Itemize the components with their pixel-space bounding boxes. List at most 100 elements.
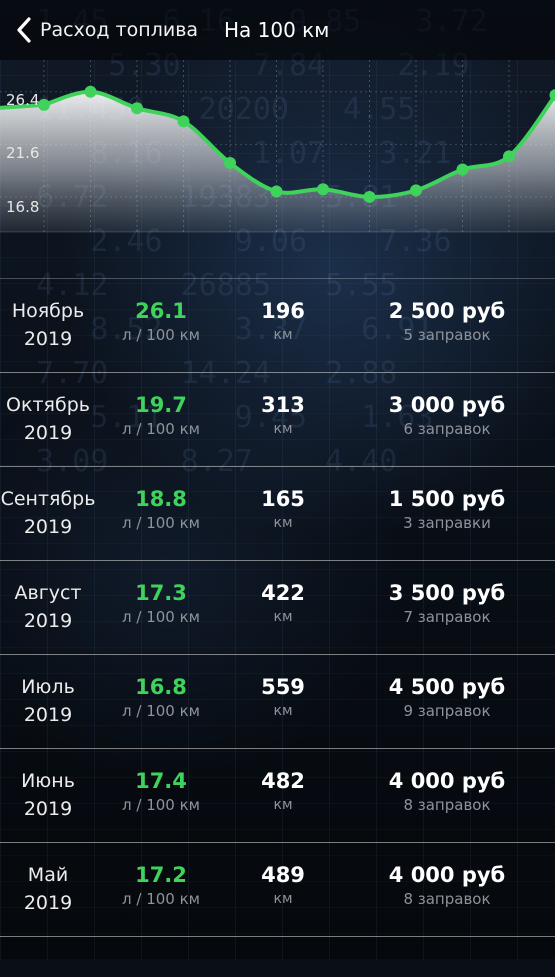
distance-value: 559	[233, 673, 333, 701]
month-year: 2019	[0, 607, 96, 635]
consumption-unit: л / 100 км	[111, 889, 211, 909]
list-item[interactable]: Октябрь 2019 19.7 л / 100 км 313 км 3 00…	[0, 373, 555, 467]
consumption-cell: 17.2 л / 100 км	[111, 861, 211, 909]
month-cell: Май 2019	[0, 861, 96, 917]
consumption-cell: 18.8 л / 100 км	[111, 485, 211, 533]
back-button[interactable]: Расход топлива	[0, 0, 198, 60]
month-year: 2019	[0, 795, 96, 823]
data-point[interactable]	[317, 183, 329, 195]
month-cell: Июнь 2019	[0, 767, 96, 823]
cost-cell: 1 500 руб 3 заправки	[360, 485, 534, 533]
cost-cell: 3 500 руб 7 заправок	[360, 579, 534, 627]
cost-value: 4 000 руб	[360, 861, 534, 889]
month-name: Сентябрь	[0, 485, 96, 513]
distance-value: 489	[233, 861, 333, 889]
consumption-value: 19.7	[111, 391, 211, 419]
cost-value: 4 500 руб	[360, 673, 534, 701]
consumption-value: 16.8	[111, 673, 211, 701]
distance-unit: км	[233, 701, 333, 721]
refuel-count: 5 заправок	[360, 325, 534, 345]
distance-value: 313	[233, 391, 333, 419]
month-cell: Июль 2019	[0, 673, 96, 729]
data-point[interactable]	[364, 191, 376, 203]
data-point[interactable]	[85, 86, 97, 98]
refuel-count: 9 заправок	[360, 701, 534, 721]
distance-unit: км	[233, 889, 333, 909]
month-year: 2019	[0, 701, 96, 729]
distance-unit: км	[233, 419, 333, 439]
distance-cell: 422 км	[233, 579, 333, 627]
cost-cell: 4 500 руб 9 заправок	[360, 673, 534, 721]
consumption-value: 17.4	[111, 767, 211, 795]
month-cell: Август 2019	[0, 579, 96, 635]
chart-svg	[0, 60, 555, 278]
consumption-cell: 17.3 л / 100 км	[111, 579, 211, 627]
list-item[interactable]: Август 2019 17.3 л / 100 км 422 км 3 500…	[0, 561, 555, 655]
refuel-count: 3 заправки	[360, 513, 534, 533]
cost-value: 4 000 руб	[360, 767, 534, 795]
distance-cell: 196 км	[233, 297, 333, 345]
chevron-left-icon	[14, 15, 36, 45]
month-name: Май	[0, 861, 96, 889]
partial-row-placeholder	[0, 957, 555, 977]
refuel-count: 6 заправок	[360, 419, 534, 439]
list-item[interactable]: Ноябрь 2019 26.1 л / 100 км 196 км 2 500…	[0, 279, 555, 373]
cost-cell: 2 500 руб 5 заправок	[360, 297, 534, 345]
data-point[interactable]	[503, 150, 515, 162]
cost-cell: 4 000 руб 8 заправок	[360, 767, 534, 815]
distance-value: 482	[233, 767, 333, 795]
back-label: Расход топлива	[40, 19, 198, 41]
list-item[interactable]: Июль 2019 16.8 л / 100 км 559 км 4 500 р…	[0, 655, 555, 749]
distance-cell: 313 км	[233, 391, 333, 439]
month-cell: Октябрь 2019	[0, 391, 96, 447]
data-point[interactable]	[224, 157, 236, 169]
consumption-cell: 17.4 л / 100 км	[111, 767, 211, 815]
cost-value: 3 500 руб	[360, 579, 534, 607]
distance-value: 165	[233, 485, 333, 513]
consumption-unit: л / 100 км	[111, 795, 211, 815]
data-point[interactable]	[178, 115, 190, 127]
distance-cell: 559 км	[233, 673, 333, 721]
distance-cell: 482 км	[233, 767, 333, 815]
distance-unit: км	[233, 607, 333, 627]
consumption-value: 17.2	[111, 861, 211, 889]
distance-cell: 489 км	[233, 861, 333, 909]
consumption-value: 17.3	[111, 579, 211, 607]
refuel-count: 8 заправок	[360, 795, 534, 815]
month-year: 2019	[0, 419, 96, 447]
data-point[interactable]	[271, 185, 283, 197]
consumption-chart: 26.4 21.6 16.8	[0, 60, 555, 279]
data-point[interactable]	[38, 99, 50, 111]
area-fill	[0, 92, 555, 232]
month-year: 2019	[0, 889, 96, 917]
distance-value: 422	[233, 579, 333, 607]
data-point[interactable]	[131, 102, 143, 114]
month-year: 2019	[0, 325, 96, 353]
cost-cell: 3 000 руб 6 заправок	[360, 391, 534, 439]
list-item[interactable]: Июнь 2019 17.4 л / 100 км 482 км 4 000 р…	[0, 749, 555, 843]
list-item[interactable]: Май 2019 17.2 л / 100 км 489 км 4 000 ру…	[0, 843, 555, 937]
data-point[interactable]	[457, 164, 469, 176]
month-cell: Сентябрь 2019	[0, 485, 96, 541]
data-point[interactable]	[410, 184, 422, 196]
distance-unit: км	[233, 795, 333, 815]
cost-value: 1 500 руб	[360, 485, 534, 513]
screen: Расход топлива На 100 км 26.4 21.6 16.8 …	[0, 0, 555, 977]
consumption-value: 18.8	[111, 485, 211, 513]
page-title: На 100 км	[224, 0, 329, 60]
header: Расход топлива На 100 км	[0, 0, 555, 60]
refuel-count: 7 заправок	[360, 607, 534, 627]
consumption-cell: 16.8 л / 100 км	[111, 673, 211, 721]
list-item-partial[interactable]	[0, 937, 555, 977]
list-item[interactable]: Сентябрь 2019 18.8 л / 100 км 165 км 1 5…	[0, 467, 555, 561]
consumption-unit: л / 100 км	[111, 419, 211, 439]
refuel-count: 8 заправок	[360, 889, 534, 909]
distance-unit: км	[233, 325, 333, 345]
consumption-value: 26.1	[111, 297, 211, 325]
cost-cell: 4 000 руб 8 заправок	[360, 861, 534, 909]
month-name: Август	[0, 579, 96, 607]
consumption-cell: 19.7 л / 100 км	[111, 391, 211, 439]
consumption-unit: л / 100 км	[111, 325, 211, 345]
month-name: Июнь	[0, 767, 96, 795]
y-tick-label: 26.4	[6, 91, 39, 109]
